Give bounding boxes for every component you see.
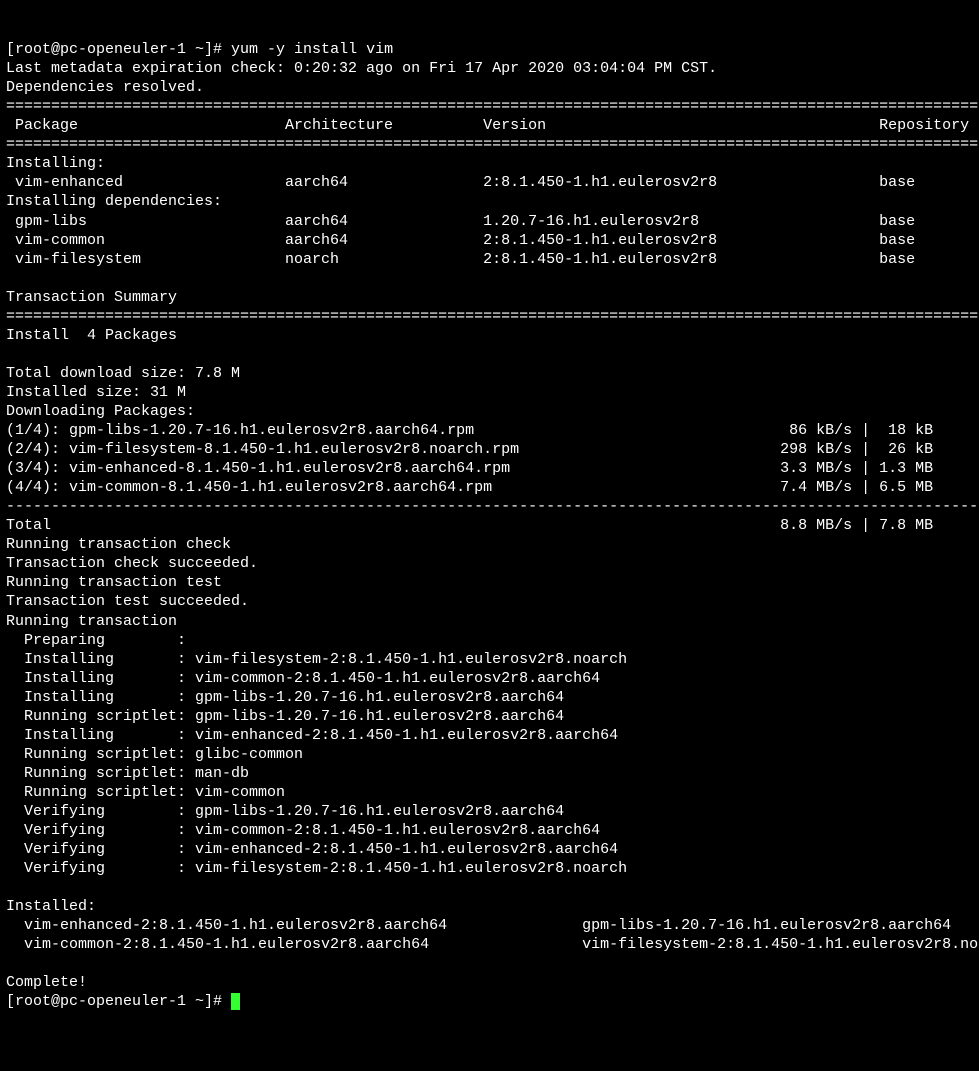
transaction-step: Running scriptlet: vim-common 4/4 [6,784,979,801]
output-line: Last metadata expiration check: 0:20:32 … [6,60,717,77]
output-line: Total 8.8 MB/s | 7.8 MB 00:00 [6,517,979,534]
shell-prompt: [root@pc-openeuler-1 ~]# [6,41,231,58]
output-line: Transaction check succeeded. [6,555,258,572]
command-text: yum -y install vim [231,41,393,58]
output-line: Install 4 Packages [6,327,177,344]
output-line: vim-common-2:8.1.450-1.h1.eulerosv2r8.aa… [6,936,979,953]
transaction-step: Verifying : vim-enhanced-2:8.1.450-1.h1.… [6,841,979,858]
terminal-output: [root@pc-openeuler-1 ~]# yum -y install … [6,40,973,1011]
section-label: Installing dependencies: [6,193,222,210]
table-row: vim-filesystem noarch 2:8.1.450-1.h1.eul… [6,251,979,268]
download-progress-line: (4/4): vim-common-8.1.450-1.h1.eulerosv2… [6,479,979,496]
output-line: Installed size: 31 M [6,384,186,401]
transaction-step: Verifying : vim-filesystem-2:8.1.450-1.h… [6,860,979,877]
horizontal-rule: ========================================… [6,98,979,115]
transaction-step: Running scriptlet: glibc-common 4/4 [6,746,979,763]
transaction-step: Installing : vim-enhanced-2:8.1.450-1.h1… [6,727,979,744]
table-row: vim-common aarch64 2:8.1.450-1.h1.eulero… [6,232,979,249]
output-line: Running transaction check [6,536,231,553]
cursor-icon [231,993,240,1010]
blank-line [6,879,15,896]
blank-line [6,346,15,363]
transaction-step: Verifying : vim-common-2:8.1.450-1.h1.eu… [6,822,979,839]
download-progress-line: (2/4): vim-filesystem-8.1.450-1.h1.euler… [6,441,979,458]
output-line: vim-enhanced-2:8.1.450-1.h1.eulerosv2r8.… [6,917,979,934]
shell-prompt[interactable]: [root@pc-openeuler-1 ~]# [6,993,231,1010]
transaction-step: Installing : vim-filesystem-2:8.1.450-1.… [6,651,979,668]
download-progress-line: (1/4): gpm-libs-1.20.7-16.h1.eulerosv2r8… [6,422,979,439]
transaction-step: Installing : gpm-libs-1.20.7-16.h1.euler… [6,689,979,706]
output-line: Complete! [6,974,87,991]
blank-line [6,955,15,972]
transaction-step: Running scriptlet: man-db 4/4 [6,765,979,782]
transaction-step: Preparing : 1/1 [6,632,979,649]
output-line: Running transaction test [6,574,222,591]
download-progress-line: (3/4): vim-enhanced-8.1.450-1.h1.euleros… [6,460,979,477]
table-header: Package Architecture Version Repository … [6,117,979,134]
blank-line [6,270,15,287]
table-row: gpm-libs aarch64 1.20.7-16.h1.eulerosv2r… [6,213,979,230]
output-line: Total download size: 7.8 M [6,365,240,382]
section-label: Installed: [6,898,96,915]
section-label: Downloading Packages: [6,403,195,420]
output-line: Transaction test succeeded. [6,593,249,610]
horizontal-rule: ========================================… [6,308,979,325]
transaction-step: Installing : vim-common-2:8.1.450-1.h1.e… [6,670,979,687]
horizontal-rule: ----------------------------------------… [6,498,979,515]
table-row: vim-enhanced aarch64 2:8.1.450-1.h1.eule… [6,174,979,191]
section-label: Transaction Summary [6,289,177,306]
output-line: Dependencies resolved. [6,79,204,96]
transaction-step: Running scriptlet: gpm-libs-1.20.7-16.h1… [6,708,979,725]
horizontal-rule: ========================================… [6,136,979,153]
section-label: Installing: [6,155,105,172]
transaction-step: Verifying : gpm-libs-1.20.7-16.h1.eulero… [6,803,979,820]
output-line: Running transaction [6,613,177,630]
